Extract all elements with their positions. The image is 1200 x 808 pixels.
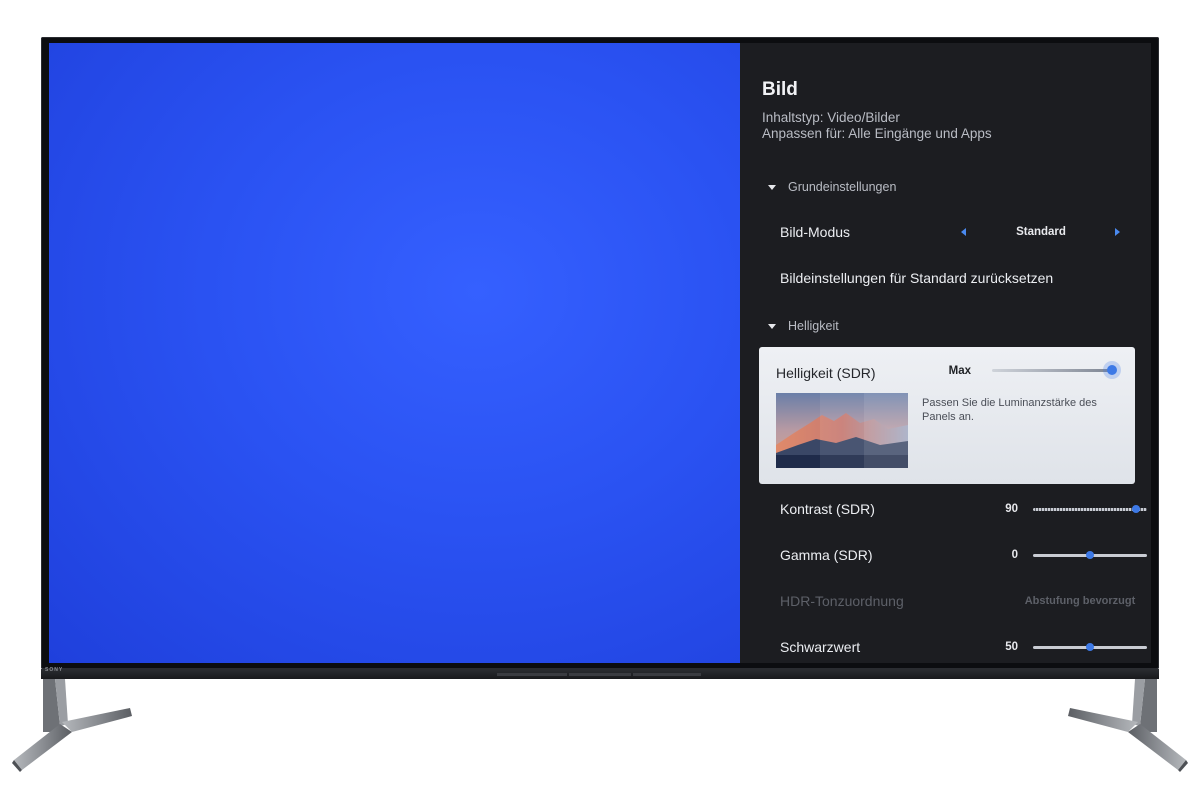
tv-photo: Bild Inhaltstyp: Video/Bilder Anpassen f…: [0, 0, 1200, 808]
tv-stand: [12, 679, 1188, 772]
